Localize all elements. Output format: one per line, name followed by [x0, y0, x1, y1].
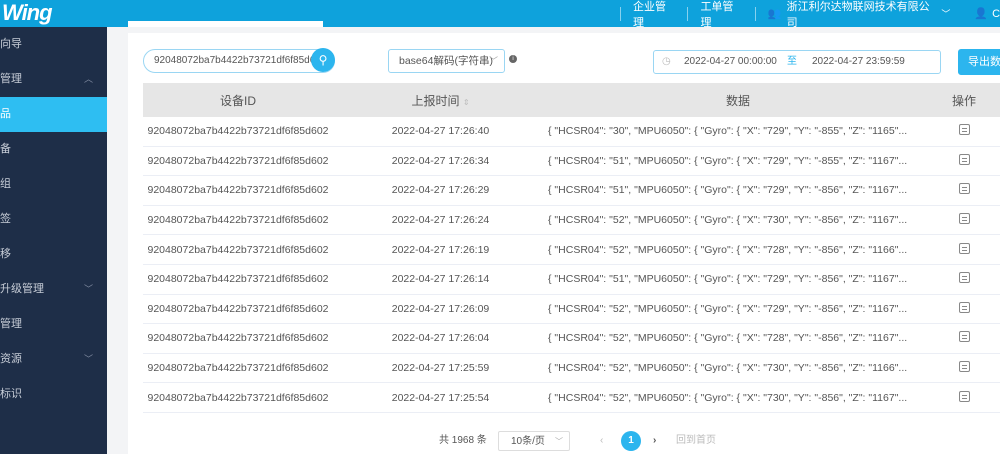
- sidebar-item[interactable]: 组: [0, 167, 107, 202]
- next-page-button[interactable]: ›: [653, 431, 656, 451]
- decode-select[interactable]: base64解码(字符串) ﹀: [388, 49, 505, 73]
- page-size-select[interactable]: 10条/页 ﹀: [498, 431, 570, 451]
- view-detail-icon[interactable]: [958, 361, 970, 373]
- table-row: 92048072ba7b4422b73721df6f85d602 2022-04-…: [143, 265, 1000, 295]
- company-icon: 👥: [767, 8, 782, 20]
- nav-workorder[interactable]: 工单管理: [700, 0, 743, 30]
- clock-icon: ◷: [662, 56, 671, 67]
- sidebar-item[interactable]: 向导: [0, 27, 107, 62]
- chevron-down-icon: ﹀: [941, 9, 951, 19]
- view-detail-icon[interactable]: [958, 213, 970, 225]
- main-panel: 92048072ba7b4422b73721df6f85d602 ⚲ base6…: [128, 33, 1000, 454]
- table-row: 92048072ba7b4422b73721df6f85d602 2022-04-…: [143, 206, 1000, 236]
- logo: Wing: [2, 0, 53, 25]
- chevron-down-icon: ﹀: [488, 56, 498, 66]
- page-1[interactable]: 1: [621, 431, 641, 451]
- sidebar-item[interactable]: 备: [0, 132, 107, 167]
- user-name[interactable]: C: [992, 8, 1000, 20]
- table-row: 92048072ba7b4422b73721df6f85d602 2022-04-…: [143, 147, 1000, 177]
- chevron-down-icon: ﹀: [83, 284, 93, 294]
- view-detail-icon[interactable]: [958, 390, 970, 402]
- sidebar-item[interactable]: 管理: [0, 307, 107, 342]
- info-icon[interactable]: i: [509, 55, 517, 63]
- table-row: 92048072ba7b4422b73721df6f85d602 2022-04-…: [143, 235, 1000, 265]
- view-detail-icon[interactable]: [958, 301, 970, 313]
- nav-enterprise[interactable]: 企业管理: [633, 0, 676, 30]
- sidebar-item[interactable]: 品: [0, 97, 107, 132]
- chevron-down-icon: ﹀: [555, 437, 563, 446]
- sidebar-item[interactable]: 资源 ﹀: [0, 342, 107, 377]
- search-button[interactable]: ⚲: [311, 48, 335, 72]
- sidebar: 向导 管理 ︿ 品备组签移升级管理 ﹀ 管理 资源 ﹀ 标识: [0, 27, 107, 454]
- table-row: 92048072ba7b4422b73721df6f85d602 2022-04-…: [143, 383, 1000, 413]
- sidebar-item[interactable]: 管理 ︿: [0, 62, 107, 97]
- user-icon: 👤: [974, 8, 989, 20]
- date-range-picker[interactable]: ◷ 2022-04-27 00:00:00 至 2022-04-27 23:59…: [653, 50, 941, 74]
- data-table: 设备ID 上报时间 ⇕ 数据 操作 92048072ba7b4422b73721…: [143, 83, 1000, 413]
- chevron-down-icon: ﹀: [83, 354, 93, 364]
- table-row: 92048072ba7b4422b73721df6f85d602 2022-04-…: [143, 354, 1000, 384]
- view-detail-icon[interactable]: [958, 124, 970, 136]
- table-row: 92048072ba7b4422b73721df6f85d602 2022-04-…: [143, 295, 1000, 325]
- device-search-input[interactable]: 92048072ba7b4422b73721df6f85d602: [143, 49, 335, 73]
- sidebar-item[interactable]: 签: [0, 202, 107, 237]
- view-detail-icon[interactable]: [958, 272, 970, 284]
- view-detail-icon[interactable]: [958, 331, 970, 343]
- sidebar-item[interactable]: 升级管理 ﹀: [0, 272, 107, 307]
- active-tab[interactable]: [128, 21, 323, 27]
- sidebar-item[interactable]: 移: [0, 237, 107, 272]
- export-button[interactable]: 导出数: [958, 49, 1000, 75]
- sidebar-item[interactable]: 标识: [0, 377, 107, 412]
- company-dropdown[interactable]: 浙江利尔达物联网技术有限公司: [787, 0, 936, 30]
- search-icon: ⚲: [318, 53, 328, 67]
- back-first-page[interactable]: 回到首页: [676, 431, 716, 451]
- sort-time-header[interactable]: 上报时间 ⇕: [333, 92, 548, 109]
- table-row: 92048072ba7b4422b73721df6f85d602 2022-04-…: [143, 176, 1000, 206]
- chevron-up-icon: ︿: [83, 74, 93, 84]
- sort-icon: ⇕: [462, 97, 470, 107]
- view-detail-icon[interactable]: [958, 242, 970, 254]
- table-row: 92048072ba7b4422b73721df6f85d602 2022-04-…: [143, 324, 1000, 354]
- prev-page-button[interactable]: ‹: [600, 431, 603, 451]
- pagination: 共 1968 条 10条/页 ﹀ ‹ 1 › 回到首页: [128, 431, 1000, 451]
- view-detail-icon[interactable]: [958, 153, 970, 165]
- top-nav: 企业管理 工单管理 👥 浙江利尔达物联网技术有限公司 ﹀ 👤 C: [608, 0, 1000, 30]
- view-detail-icon[interactable]: [958, 183, 970, 195]
- table-row: 92048072ba7b4422b73721df6f85d602 2022-04-…: [143, 117, 1000, 147]
- table-header: 设备ID 上报时间 ⇕ 数据 操作: [143, 83, 1000, 117]
